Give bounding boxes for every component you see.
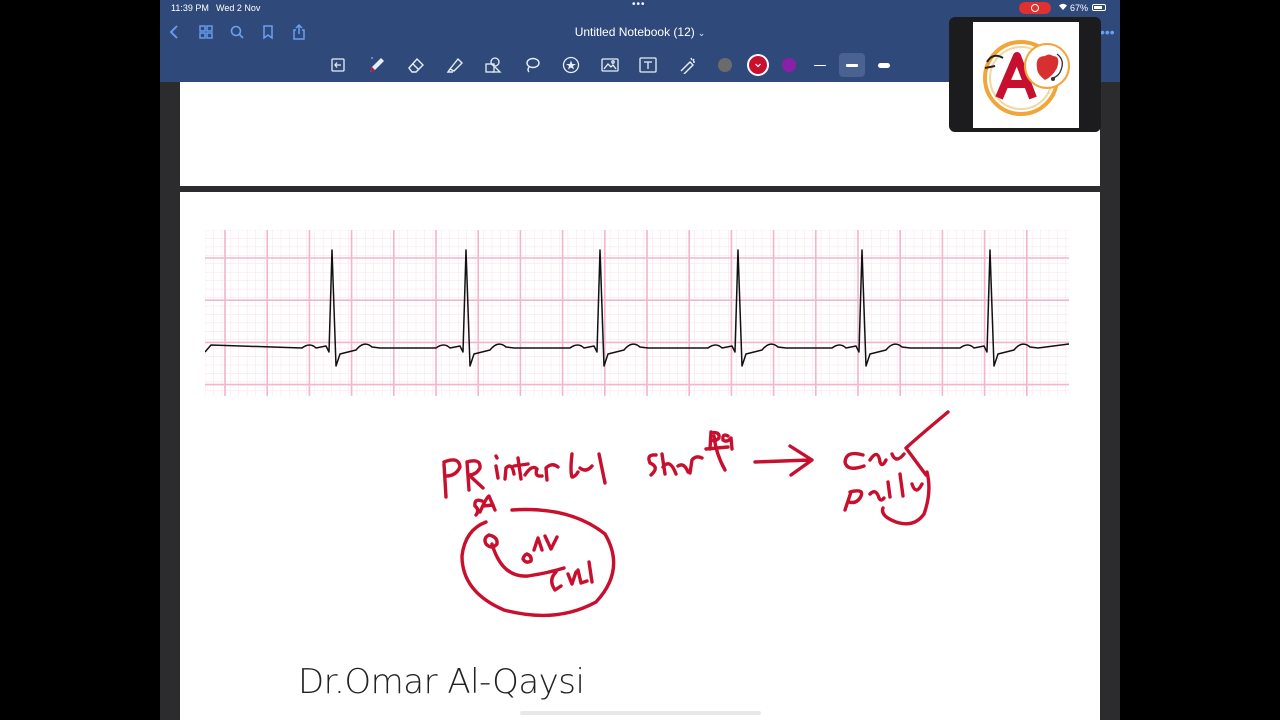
- ink-conduction-circle: [460, 507, 616, 618]
- status-date: Wed 2 Nov: [216, 3, 261, 13]
- ink-sa-label: [473, 494, 497, 517]
- notebook-canvas[interactable]: Dr.Omar Al-Qaysi: [160, 82, 1120, 720]
- color-red-swatch-selected[interactable]: [749, 56, 767, 74]
- multitasking-dots-icon[interactable]: •••: [632, 0, 646, 10]
- wifi-icon: [1058, 2, 1068, 13]
- laser-pointer-icon[interactable]: [677, 56, 697, 75]
- watermark-text: Dr.Omar Al-Qaysi: [298, 662, 585, 702]
- handwritten-annotations: [442, 410, 950, 618]
- highlighter-icon[interactable]: [445, 56, 465, 74]
- lasso-icon[interactable]: [522, 56, 542, 74]
- grid-icon[interactable]: [197, 23, 215, 41]
- battery-percentage: 67%: [1070, 3, 1089, 13]
- ink-svl-label: [550, 560, 594, 592]
- bookmark-icon[interactable]: [259, 23, 277, 41]
- ink-interval: [494, 452, 607, 485]
- ink-easy: [843, 410, 950, 477]
- ink-conduction-path: [490, 542, 566, 578]
- document-title-text: Untitled Notebook (12): [574, 25, 695, 39]
- ink-pr: [442, 458, 485, 499]
- ink-pathway: [843, 470, 931, 526]
- ink-short: [647, 434, 730, 477]
- home-indicator[interactable]: [520, 711, 761, 715]
- stroke-medium-line: [846, 64, 858, 67]
- share-icon[interactable]: [290, 23, 308, 41]
- search-icon[interactable]: [228, 23, 246, 41]
- status-bar: 11:39 PM Wed 2 Nov ••• 67%: [160, 0, 1120, 16]
- read-only-toggle-icon[interactable]: [328, 56, 348, 74]
- status-time: 11:39 PM: [171, 3, 209, 13]
- current-page[interactable]: Dr.Omar Al-Qaysi: [180, 192, 1100, 720]
- stroke-thin-option[interactable]: [814, 65, 826, 66]
- chevron-down-icon: ⌄: [697, 28, 706, 38]
- stroke-thick-option[interactable]: [878, 63, 890, 68]
- document-title[interactable]: Untitled Notebook (12) ⌄: [540, 25, 740, 39]
- more-icon[interactable]: •••: [1100, 24, 1115, 40]
- shapes-icon[interactable]: [483, 56, 503, 74]
- picture-in-picture-video[interactable]: [949, 17, 1101, 132]
- channel-logo: [973, 22, 1079, 128]
- eraser-icon[interactable]: [406, 56, 426, 74]
- color-purple-swatch[interactable]: [782, 58, 796, 72]
- ink-av-node: [521, 534, 559, 564]
- back-icon[interactable]: [166, 23, 184, 41]
- text-icon[interactable]: [638, 56, 658, 74]
- sticker-icon[interactable]: [561, 56, 581, 74]
- ink-arrow: [753, 444, 814, 477]
- color-gray-swatch[interactable]: [718, 58, 732, 72]
- image-icon[interactable]: [600, 56, 620, 74]
- pen-icon[interactable]: [367, 56, 387, 74]
- battery-icon: [1092, 4, 1106, 11]
- screen-recording-indicator[interactable]: [1019, 2, 1051, 14]
